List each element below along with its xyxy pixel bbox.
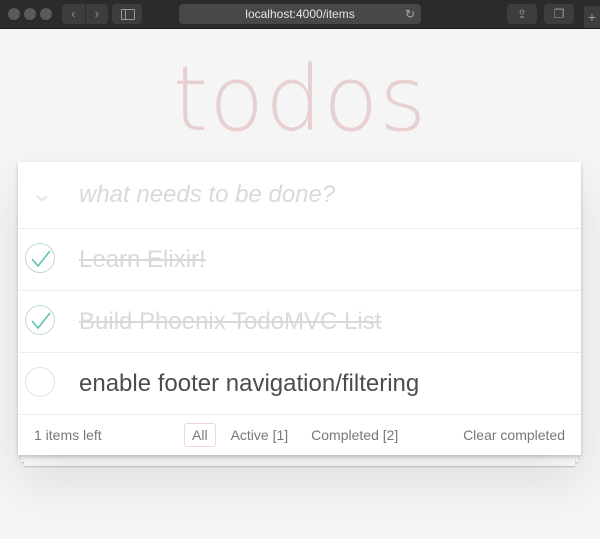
url-text: localhost:4000/items [245,7,355,21]
minimize-window-button[interactable] [24,8,36,20]
stack-shadow [24,458,575,466]
history-nav: ‹ › [62,4,108,24]
todo-item: Learn Elixir! [18,229,581,291]
todo-label[interactable]: enable footer navigation/filtering [79,353,419,414]
filter-all[interactable]: All [184,423,216,447]
items-left-count: 1 items left [34,427,102,443]
checkmark-icon [31,250,51,268]
todo-list: Learn Elixir! Build Phoenix TodoMVC List… [18,229,581,415]
filter-completed[interactable]: Completed [2] [303,423,406,447]
tabs-icon: ❐ [553,7,565,21]
new-todo-row: ⌄ [18,162,581,229]
share-icon: ⇪ [516,7,528,21]
todo-footer: 1 items left All Active [1] Completed [2… [18,415,581,455]
chevron-left-icon[interactable]: ‹ [62,4,85,24]
todo-checkbox[interactable] [25,367,55,397]
share-button[interactable]: ⇪ [507,4,537,24]
todo-app: ⌄ Learn Elixir! Build Phoenix TodoMVC Li… [18,162,581,455]
browser-toolbar: ‹ › localhost:4000/items ↻ ⇪ ❐ + [0,0,600,29]
reload-icon[interactable]: ↻ [405,4,415,24]
app-title: todos [172,47,428,152]
todo-item: Build Phoenix TodoMVC List [18,291,581,353]
address-bar[interactable]: localhost:4000/items ↻ [179,4,421,24]
zoom-window-button[interactable] [40,8,52,20]
todo-label[interactable]: Build Phoenix TodoMVC List [79,291,381,352]
tabs-button[interactable]: ❐ [544,4,574,24]
chevron-right-icon[interactable]: › [84,4,109,24]
plus-icon: + [587,9,597,25]
filter-active[interactable]: Active [1] [223,423,297,447]
sidebar-icon [121,9,135,20]
todo-checkbox[interactable] [25,305,55,335]
new-todo-input[interactable] [78,162,569,228]
close-window-button[interactable] [8,8,20,20]
clear-completed-button[interactable]: Clear completed [463,415,565,455]
todo-label[interactable]: Learn Elixir! [79,229,206,290]
checkmark-icon [31,312,51,330]
chevron-down-icon[interactable]: ⌄ [26,183,57,205]
todo-checkbox[interactable] [25,243,55,273]
sidebar-toggle-button[interactable] [112,4,142,24]
filters: All Active [1] Completed [2] [184,423,413,447]
new-tab-button[interactable]: + [584,6,600,28]
todo-item: enable footer navigation/filtering [18,353,581,415]
